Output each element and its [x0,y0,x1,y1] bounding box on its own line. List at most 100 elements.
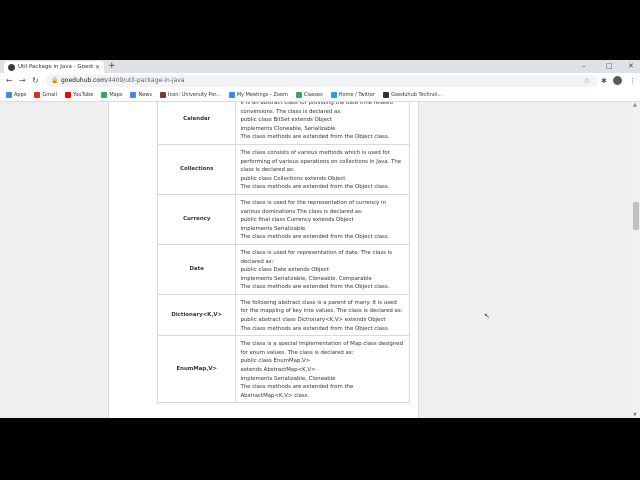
description-line: implements Serializable, Cloneable [240,375,336,382]
description-line: The class is used for the representation… [240,199,386,206]
class-description-cell: The class is used for representation of … [235,243,410,295]
profile-avatar[interactable] [613,76,622,85]
description-line: The class methods are extended from the [240,384,354,391]
description-line: public abstract class Dictionary<K,V> ex… [240,317,386,324]
bookmark-label: Classes [303,92,323,98]
bookmark-label: Home / Twitter [338,92,376,98]
description-line: It is an abstract class for providing th… [240,102,393,106]
class-description-cell: The class is a special implementation of… [235,335,410,404]
description-line: The class consists of various methods wh… [240,149,390,156]
address-bar[interactable]: 🔒 goeduhub.com/4409/util-package-in-java… [46,75,598,87]
description-line: for the mapping of key into values. The … [240,308,403,315]
description-line: The class is used for representation of … [240,249,392,256]
url-text: goeduhub.com/4409/util-package-in-java [61,77,185,84]
screen: Util Package in Java - Goeduhub ✕ + – □ … [0,0,640,480]
toolbar: ← → ↻ 🔒 goeduhub.com/4409/util-package-i… [0,73,640,89]
bookmark-label: My Meetings - Zoom [236,92,288,98]
description-line: for enum values. The class is declared a… [240,349,354,356]
bookmark-label: News [138,92,152,98]
class-name-cell: Date [156,243,237,295]
table-row: Date The class is used for representation… [156,243,410,295]
bookmark-label: Gmail [42,92,57,98]
class-name-cell: EnumMap,V> [156,335,237,404]
bookmark-item[interactable]: My Meetings - Zoom [228,92,288,98]
bookmark-star-icon[interactable]: ☆ [584,75,590,87]
class-description-cell: It is an abstract class for providing th… [235,102,410,145]
classroom-icon [295,92,302,98]
goeduhub-favicon-icon [8,63,15,71]
university-icon [160,92,166,98]
menu-icon[interactable]: ⋮ [629,75,636,87]
bookmark-item[interactable]: Icon: University Por... [160,92,221,98]
zoom-icon [228,92,235,98]
mouse-pointer-icon: ↖ [484,312,490,320]
class-name-cell: Dictionary<K,V> [156,293,237,337]
description-line: public class EnumMap,V> [240,358,311,365]
news-icon [130,92,137,98]
bookmark-item[interactable]: Home / Twitter [330,92,376,98]
bookmark-label: Maps [109,92,123,98]
class-description-cell: The class is used for the representation… [235,193,410,245]
bookmark-label: Apps [14,92,27,98]
bookmarks-bar: Apps Gmail YouTube Maps News Icon: University… [0,89,640,102]
description-line: public class BitSet extends Object [240,117,333,124]
util-classes-table: Calendar It is an abstract class for prov… [156,102,410,404]
bookmark-label: YouTube [72,92,94,98]
extensions-icon[interactable]: ✱ [601,75,607,87]
scroll-thumb[interactable] [633,202,639,230]
browser-window: Util Package in Java - Goeduhub ✕ + – □ … [0,60,640,418]
new-tab-icon[interactable]: + [108,61,116,72]
web-page: Calendar It is an abstract class for prov… [0,102,632,418]
description-line: AbstractMap<K,V> class. [240,392,310,399]
table-row: Currency The class is used for the repres… [156,193,410,245]
bookmark-item[interactable]: YouTube [64,92,94,98]
bookmark-label: Icon: University Por... [168,92,221,98]
bookmark-item[interactable]: Apps [6,92,26,98]
lock-icon: 🔒 [51,77,59,84]
table-row: EnumMap,V> The class is a special impleme… [156,335,410,404]
bookmark-item[interactable]: Classes [295,92,323,98]
minimize-icon[interactable]: – [582,61,586,72]
description-line: The class methods are extended from the … [240,184,390,191]
class-description-cell: The class consists of various methods wh… [235,143,410,195]
maximize-icon[interactable]: □ [606,61,613,72]
description-line: The class methods are extended from the … [240,134,390,141]
scroll-down-icon[interactable]: ▼ [633,412,637,418]
description-line: The class methods are extended from the … [240,284,390,291]
class-name-cell: Collections [156,143,237,195]
description-line: extends AbstractMap<K,V> [240,367,316,374]
description-line: public class Collections extends Object [240,175,346,182]
close-tab-icon[interactable]: ✕ [95,64,100,71]
description-line: The class is a special implementation of… [240,341,403,348]
close-window-icon[interactable]: ✕ [628,61,634,72]
description-line: public class Date extends Object [240,267,329,274]
maps-pin-icon [101,92,108,98]
bookmark-label: Goeduhub Technol... [391,92,443,98]
description-line: conversions. The class is declared as: [240,108,342,115]
forward-icon[interactable]: → [19,75,26,87]
scroll-up-icon[interactable]: ▲ [633,102,637,108]
bookmark-item[interactable]: News [130,92,152,98]
table-row: Calendar It is an abstract class for prov… [156,102,410,145]
goeduhub-icon [383,92,390,98]
bookmark-item[interactable]: Goeduhub Technol... [383,92,442,98]
class-name-cell: Calendar [156,102,237,145]
description-line: The class methods are extended from the … [240,325,390,332]
reload-icon[interactable]: ↻ [32,75,39,87]
bookmark-item[interactable]: Gmail [34,92,57,98]
back-icon[interactable]: ← [6,75,13,87]
description-line: The following abstract class is a parent… [240,299,397,306]
bookmark-item[interactable]: Maps [101,92,122,98]
tab-strip: Util Package in Java - Goeduhub ✕ + – □ … [0,60,640,73]
page-scrollbar[interactable]: ▲ ▼ [632,102,640,418]
active-tab[interactable]: Util Package in Java - Goeduhub ✕ [4,61,104,73]
description-line: public final class Currency extends Obje… [240,217,354,224]
description-line: declared as: [240,258,274,265]
class-description-cell: The following abstract class is a parent… [235,293,410,337]
description-line: various dominations.The class is declare… [240,208,363,215]
description-line: implements Serializable, Cloneable, Comp… [240,275,372,282]
description-line: implements Cloneable, Serializable [240,125,336,132]
apps-grid-icon [6,92,12,98]
description-line: The class methods are extended from the … [240,234,390,241]
tab-title: Util Package in Java - Goeduhub [18,64,93,70]
